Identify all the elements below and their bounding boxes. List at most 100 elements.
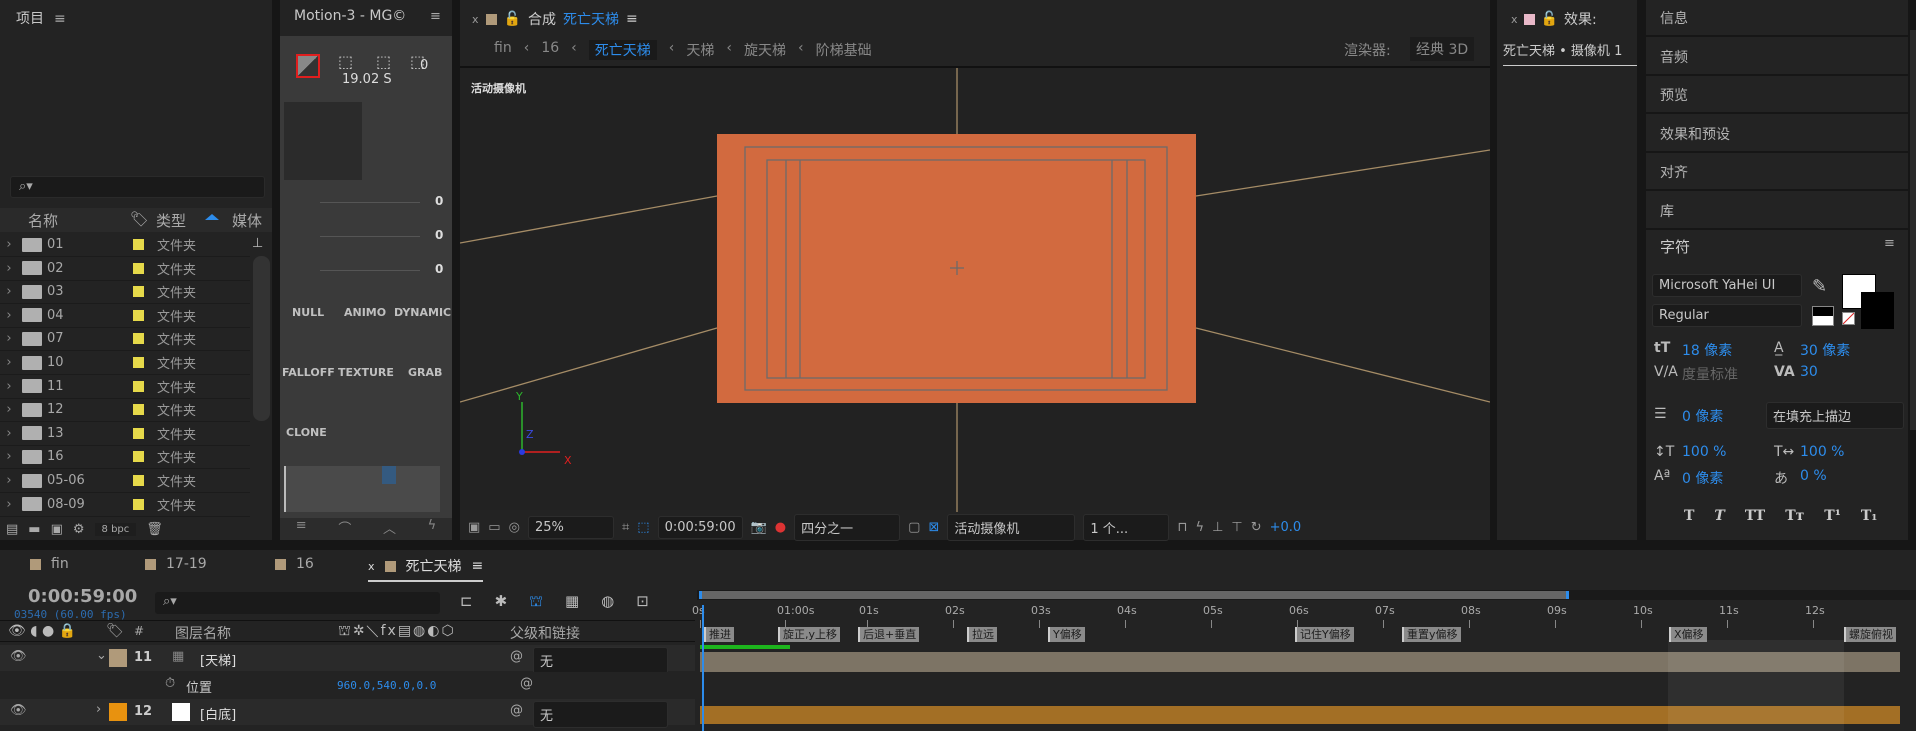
frame-blend-icon[interactable]: ▦ [565, 592, 579, 612]
animo-button[interactable]: ANIMO [344, 306, 386, 319]
font-style-select[interactable]: Regular [1652, 304, 1802, 327]
grab-button[interactable]: GRAB [408, 366, 442, 379]
roi-icon[interactable]: ▢ [908, 520, 920, 535]
panel-tab[interactable]: 预览 [1646, 77, 1908, 114]
breadcrumb-item[interactable]: 死亡天梯 [588, 40, 657, 60]
column-type[interactable]: 类型 [156, 210, 186, 231]
ease-icon[interactable]: ⌒ [338, 518, 351, 540]
panel-tab[interactable]: 音频 [1646, 39, 1908, 76]
playhead[interactable] [702, 605, 704, 731]
slider-1[interactable] [320, 202, 420, 203]
expand-chevron-icon[interactable]: › [0, 261, 18, 276]
project-item[interactable]: › 03 文件夹 [0, 280, 250, 305]
panel-tab[interactable]: 对齐 [1646, 154, 1908, 191]
draft3d-icon[interactable]: ⊓ [1177, 520, 1187, 535]
font-size-value[interactable]: 18 像素 [1682, 340, 1732, 360]
new-folder-icon[interactable]: ▬ [28, 522, 40, 537]
interpret-footage-icon[interactable]: ▤ [6, 522, 18, 537]
select-icon[interactable]: ⬚ [338, 52, 353, 71]
project-item[interactable]: › 10 文件夹 [0, 351, 250, 375]
project-item[interactable]: › 04 文件夹 [0, 304, 250, 328]
channel-icon[interactable]: ● [775, 520, 786, 535]
close-tab-icon[interactable]: x [368, 560, 375, 573]
clone-button[interactable]: CLONE [286, 426, 327, 439]
viewer[interactable]: Y X Z 活动摄像机 [460, 66, 1490, 512]
expand-icon[interactable]: ⬚ [376, 52, 391, 71]
render-icon[interactable]: ⚙ [73, 522, 85, 537]
swap-color-icon[interactable] [1812, 306, 1834, 326]
expand-chevron-icon[interactable]: › [0, 308, 18, 323]
label-color[interactable] [133, 262, 144, 274]
breadcrumb-item[interactable]: 旋天梯 [744, 40, 786, 60]
small-caps-button[interactable]: Tт [1785, 508, 1804, 524]
expand-chevron-icon[interactable]: › [0, 426, 18, 441]
layer-search-input[interactable]: ⌕▾ [155, 592, 440, 614]
panel-tab[interactable]: 效果和预设 [1646, 116, 1908, 153]
reset-exposure-icon[interactable]: ↻ [1251, 520, 1262, 535]
eye-icon[interactable]: 👁 [10, 703, 27, 718]
work-area-bar[interactable] [697, 590, 1916, 600]
slider-3[interactable] [320, 270, 420, 271]
motion-blur-icon[interactable]: ◍ [601, 592, 614, 612]
label-color[interactable] [133, 309, 144, 321]
shy-icon[interactable]: ⛫ [529, 592, 543, 612]
new-comp-icon[interactable]: ▣ [51, 522, 63, 537]
expand-chevron-icon[interactable]: › [0, 237, 18, 252]
color-picker-icon[interactable] [296, 54, 320, 78]
monitor-icon[interactable]: ▭ [488, 520, 500, 535]
stopwatch-icon[interactable]: ⏱ [165, 676, 175, 691]
comp-marker[interactable]: 旋正,y上移 [778, 627, 841, 642]
mask-icon[interactable]: ⬚ [637, 520, 649, 535]
menu-icon[interactable]: ≡ [296, 518, 307, 540]
project-item[interactable]: › 13 文件夹 [0, 422, 250, 446]
panel-menu-icon[interactable]: ≡ [430, 9, 441, 24]
null-button[interactable]: NULL [292, 306, 324, 319]
close-tab-icon[interactable]: x [1511, 13, 1518, 26]
search-input[interactable]: ⌕▾ [10, 176, 265, 198]
column-name[interactable]: 名称 [28, 210, 58, 231]
expand-chevron-icon[interactable]: › [0, 473, 18, 488]
up-icon[interactable]: ︿ [383, 518, 396, 540]
draft3d-icon[interactable]: ✱ [495, 592, 508, 612]
expand-chevron-icon[interactable]: › [0, 284, 18, 299]
comp-marker[interactable]: Y偏移 [1048, 627, 1085, 642]
column-parent[interactable]: 父级和链接 [510, 623, 580, 643]
timeline-tab[interactable]: x 死亡天梯 ≡ [368, 556, 484, 582]
timeline-tab[interactable]: 16 [275, 556, 314, 572]
transparency-grid-icon[interactable]: ⊠ [928, 520, 939, 535]
kerning-value[interactable]: 度量标准 [1682, 364, 1738, 384]
project-item[interactable]: › 07 文件夹 [0, 327, 250, 352]
breadcrumb-item[interactable]: 阶梯基础 [816, 40, 872, 60]
always-preview-icon[interactable]: ▣ [468, 520, 480, 535]
right-scrollbar[interactable] [1910, 30, 1916, 430]
anchor-grid[interactable] [284, 102, 362, 180]
comp-tab-name[interactable]: 死亡天梯 [563, 9, 619, 29]
timeline-tab[interactable]: 17-19 [145, 556, 207, 572]
close-tab-icon[interactable]: x [472, 13, 479, 26]
graph-editor-icon[interactable]: ⊡ [636, 592, 649, 612]
comp-marker[interactable]: 重置y偏移 [1402, 627, 1461, 642]
expand-chevron-icon[interactable]: › [0, 379, 18, 394]
subscript-button[interactable]: T₁ [1861, 508, 1878, 524]
label-color[interactable] [133, 380, 144, 392]
layer-row[interactable]: 👁 › 12 [白底] @ 无 [0, 699, 695, 728]
panel-tab[interactable]: 信息 [1646, 0, 1908, 37]
timeline-icon[interactable]: ⊥ [1212, 520, 1223, 535]
label-color[interactable] [133, 475, 144, 486]
horizontal-scale-value[interactable]: 100 % [1800, 444, 1844, 460]
project-item[interactable]: › 12 文件夹 [0, 398, 250, 423]
falloff-button[interactable]: FALLOFF [282, 366, 335, 379]
current-time[interactable]: 0:00:59:00 [657, 515, 743, 539]
all-caps-button[interactable]: TT [1745, 508, 1765, 524]
position-value[interactable]: 960.0,540.0,0.0 [337, 679, 436, 692]
label-color[interactable] [133, 357, 144, 368]
eye-icon[interactable]: 👁 [10, 649, 27, 664]
comp-flowchart-icon[interactable]: ⊏ [460, 592, 473, 612]
camera-select[interactable]: 活动摄像机 [947, 513, 1076, 541]
texture-button[interactable]: TEXTURE [338, 366, 394, 379]
comp-marker[interactable]: 记住Y偏移 [1295, 627, 1354, 642]
expand-chevron-icon[interactable]: › [0, 497, 18, 512]
vr-icon[interactable]: ◎ [509, 520, 520, 535]
breadcrumb-item[interactable]: 天梯 [686, 40, 714, 60]
layer-color[interactable] [109, 649, 127, 667]
